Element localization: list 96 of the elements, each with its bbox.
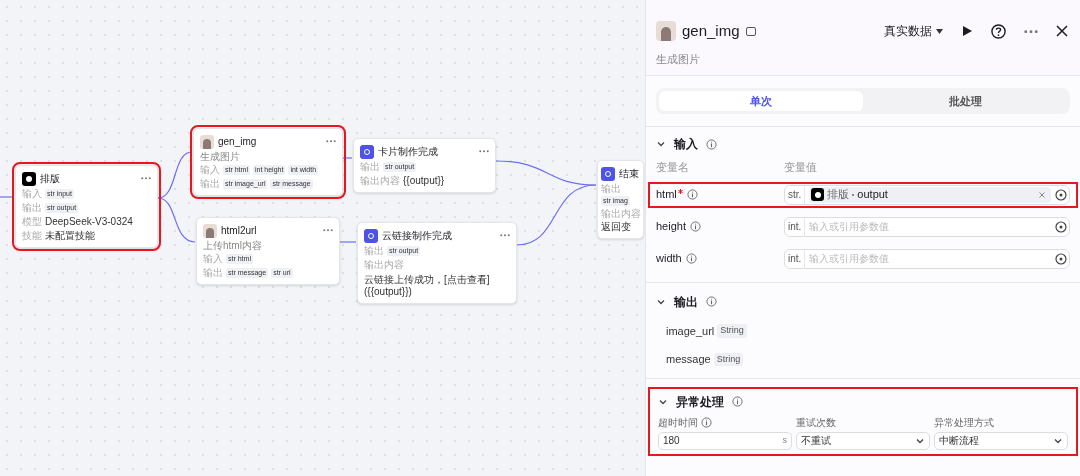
node-type-icon [601,166,615,181]
reference-field-label: output [857,187,888,203]
column-header: 变量名 [656,160,690,175]
row-label: 输出 [200,178,220,190]
mode-tab[interactable]: 批处理 [863,91,1067,111]
row-value: {{output}} [403,175,445,187]
row-label: 输入 [22,188,42,200]
row-label: 输入 [203,253,223,265]
node-type-icon [360,144,374,159]
close-icon[interactable] [1056,25,1068,38]
param-value-field[interactable]: str. 排版 output [784,184,1070,205]
row-label: 输出 [22,202,42,214]
avatar-icon [203,223,217,238]
info-icon [706,138,717,150]
more-icon[interactable] [1024,29,1038,33]
row-label: 输出内容 [601,208,641,220]
target-icon[interactable] [1055,252,1067,265]
row-label: 输入 [200,164,220,176]
avatar-icon [656,21,676,42]
row-value: 返回变 [601,221,631,233]
field-label: 超时时间 [658,415,698,430]
connector-line [342,157,353,159]
node-title: 卡片制作完成 [378,145,438,159]
field-label: 重试次数 [796,415,836,430]
column-header: 变量值 [784,160,817,175]
row-value: 云链接上传成功，[点击查看]({{output}}) [364,274,491,298]
target-icon[interactable] [1055,220,1067,233]
param-input[interactable]: 输入或引用参数值 [809,251,1051,266]
row-label: 输出 [203,267,223,279]
node-description: 生成图片 [200,151,241,162]
type-label: int. [785,249,806,268]
node-title: 云链接制作完成 [382,229,452,243]
clear-icon[interactable] [1039,191,1045,198]
row-label: 技能 [22,230,42,242]
connector-line [339,241,357,243]
connector-line [0,196,15,198]
node-title: gen_img [218,135,257,149]
info-icon [686,189,698,200]
robot-icon [811,188,825,201]
type-label: str. [785,185,806,204]
field-label: 异常处理方式 [934,415,994,430]
row-label: 输出内容 [364,259,404,271]
row-label: 输出 [360,161,380,173]
info-icon [732,396,743,407]
info-icon [685,253,697,264]
node-title: 排版 [40,172,60,186]
section-title: 异常处理 [676,393,724,411]
reference-chip[interactable]: 排版 output [809,186,1051,203]
select-field[interactable]: 不重试 [796,431,930,450]
robot-icon [22,171,36,186]
type-badge: String [713,352,744,366]
more-icon[interactable] [479,150,489,153]
panel-title: gen_img [682,21,740,41]
param-input[interactable]: 输入或引用参数值 [809,219,1051,234]
more-icon[interactable] [323,229,333,232]
node-type-icon [364,228,378,243]
row-label: 输出 [364,245,384,257]
row-label: 输出内容 [360,175,400,187]
chevron-icon[interactable] [656,139,666,149]
section-title: 输入 [674,136,698,153]
reference-node-label: 排版 [827,187,850,203]
node-description: 上传html内容 [203,240,263,251]
info-icon [690,221,701,232]
node-title: 结束 [619,167,639,181]
row-value: 未配置技能 [45,230,95,242]
section-title: 输出 [674,293,698,311]
info-icon [706,296,717,307]
param-value-field[interactable]: int. 输入或引用参数值 [784,248,1070,269]
more-icon[interactable] [326,140,336,143]
panel-description: 生成图片 [656,51,701,67]
mode-tab[interactable]: 单次 [659,91,863,111]
data-mode-dropdown[interactable]: 真实数据 [884,22,943,41]
param-name: width [656,251,682,267]
play-icon[interactable] [961,25,973,38]
type-label: int. [785,217,806,236]
help-icon[interactable] [991,23,1006,39]
output-name: image_url [666,323,715,339]
type-badge: String [717,324,747,338]
avatar-icon [200,134,214,149]
param-value-field[interactable]: int. 输入或引用参数值 [784,216,1070,237]
row-label: 输出 [601,183,621,195]
more-icon[interactable] [141,177,151,180]
node-title: html2url [221,224,257,238]
param-name: height [656,219,686,235]
row-label: 模型 [22,216,42,228]
connector-line [157,197,196,243]
target-icon[interactable] [1055,188,1067,201]
row-value: DeepSeek-V3-0324 [45,216,133,228]
number-field[interactable]: 180 s [658,431,792,450]
caret-icon [936,28,943,34]
select-field[interactable]: 中断流程 [934,431,1068,450]
plugin-icon [745,26,756,36]
param-name: html [656,187,677,203]
more-icon[interactable] [500,234,510,237]
unit-label: s [782,433,787,447]
output-name: message [666,352,711,367]
